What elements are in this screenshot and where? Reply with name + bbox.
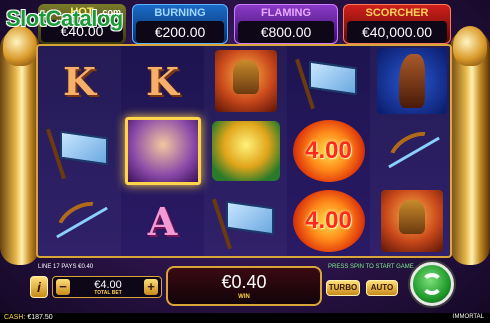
info-button[interactable]: i	[30, 276, 48, 298]
horse-icon	[376, 48, 447, 114]
fireball-prize-icon: 4.00	[292, 120, 365, 182]
banner-flag-icon	[211, 198, 276, 250]
crossbow-icon	[379, 124, 445, 178]
jackpot-burning: BURNING €200.00	[132, 4, 228, 44]
turbo-button[interactable]: TURBO	[326, 280, 360, 296]
footer-bar: CASH: €187.50 IMMORTAL	[0, 313, 490, 323]
banner-flag-icon	[45, 128, 110, 180]
press-spin-hint: PRESS SPIN TO START GAME	[328, 264, 414, 270]
line-win-info: LINE 17 PAYS €0.40	[38, 264, 94, 270]
reel-3	[204, 46, 287, 256]
symbol-k: K	[62, 58, 97, 104]
symbol-cell	[287, 46, 370, 116]
reel-5	[370, 46, 453, 256]
jackpot-scorcher-value: €40,000.00	[347, 21, 447, 43]
total-bet-panel: − €4.00 TOTAL BET +	[52, 276, 162, 298]
win-label: WIN	[238, 294, 250, 300]
fireball-prize-icon: 4.00	[292, 190, 365, 252]
jackpot-flaming-label: FLAMING	[260, 7, 312, 19]
jackpot-burning-label: BURNING	[154, 7, 206, 19]
win-panel: €0.40 WIN	[166, 266, 322, 306]
gold-pot-icon	[211, 121, 280, 181]
symbol-cell	[38, 116, 121, 186]
jackpot-flaming-value: €800.00	[238, 21, 334, 43]
cash-display: CASH: €187.50	[4, 314, 53, 321]
crossbow-icon	[47, 194, 113, 248]
symbol-cell	[204, 46, 287, 116]
symbol-cell	[370, 116, 453, 186]
symbol-cell: K	[121, 46, 204, 116]
symbol-cell: 4.00	[287, 186, 370, 256]
game-brand: IMMORTAL	[452, 314, 484, 320]
symbol-cell	[121, 116, 204, 186]
reel-1: K	[38, 46, 121, 256]
right-dragon-icon	[453, 26, 487, 66]
spin-arrows-icon	[421, 273, 443, 295]
left-dragon-icon	[3, 26, 37, 66]
banner-flag-icon	[294, 58, 359, 110]
autoplay-button[interactable]: AUTO	[366, 280, 398, 296]
terracotta-warrior-icon	[214, 50, 277, 112]
total-bet-label: TOTAL BET	[94, 290, 122, 296]
slotcatalog-watermark-suffix: .com	[100, 7, 122, 17]
symbol-k: K	[145, 58, 180, 104]
jackpot-flaming: FLAMING €800.00	[234, 4, 338, 44]
symbol-cell	[38, 186, 121, 256]
symbol-cell: A	[121, 186, 204, 256]
symbol-cell: 4.00	[287, 116, 370, 186]
jackpot-scorcher-label: SCORCHER	[365, 7, 429, 19]
bet-decrease-button[interactable]: −	[56, 279, 70, 295]
reel-4: 4.00 4.00	[287, 46, 370, 256]
symbol-cell	[370, 186, 453, 256]
game-stage: HOT €40.00 BURNING €200.00 FLAMING €800.…	[0, 0, 490, 323]
cash-value: €187.50	[27, 314, 53, 321]
spin-button[interactable]	[410, 262, 454, 306]
symbol-cell: K	[38, 46, 121, 116]
symbol-a: A	[147, 198, 178, 244]
princess-warrior-icon	[124, 117, 201, 185]
bet-increase-button[interactable]: +	[144, 279, 158, 295]
terracotta-warrior-icon	[380, 190, 443, 252]
fireball-prize-value: 4.00	[305, 207, 352, 234]
win-value: €0.40	[221, 272, 267, 292]
jackpot-burning-value: €200.00	[136, 21, 224, 43]
jackpot-scorcher: SCORCHER €40,000.00	[343, 4, 451, 44]
symbol-cell	[204, 116, 287, 186]
symbol-cell	[370, 46, 453, 116]
cash-label: CASH:	[4, 314, 26, 321]
reel-grid: K K A 4.00 4.00	[36, 44, 452, 258]
reel-2: K A	[121, 46, 204, 256]
symbol-cell	[204, 186, 287, 256]
fireball-prize-value: 4.00	[305, 137, 352, 164]
